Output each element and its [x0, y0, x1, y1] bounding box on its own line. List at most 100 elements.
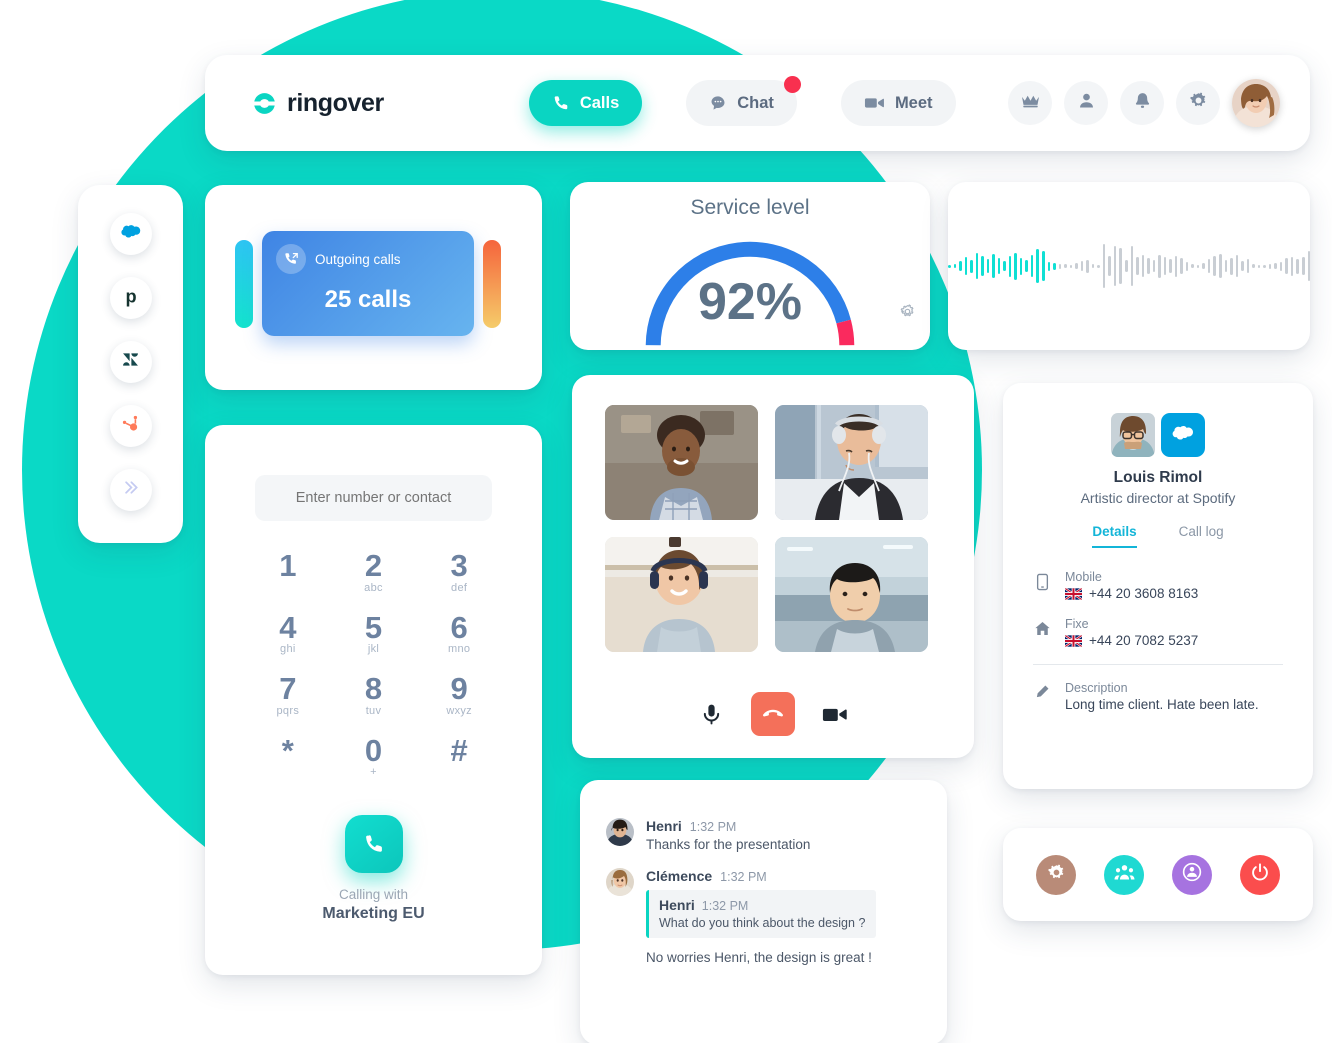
chat-message-head: Henri 1:32 PM [646, 818, 917, 834]
waveform-bar [1191, 264, 1194, 268]
nav-tab-chat[interactable]: Chat [686, 76, 801, 126]
integration-zendesk[interactable] [109, 341, 152, 383]
contact-field-mobile-value[interactable]: +44 20 3608 8163 [1089, 586, 1198, 601]
contact-field-mobile-body: Mobile +44 20 3608 8163 [1065, 570, 1198, 601]
contact-description-wrap: Description Long time client. Hate been … [1003, 681, 1313, 712]
integration-salesforce[interactable] [109, 213, 152, 255]
dialpad-key-hash[interactable]: # [416, 734, 502, 779]
contact-field-mobile-label: Mobile [1065, 570, 1102, 584]
waveform-bar [1158, 254, 1161, 278]
waveform-bar [1141, 255, 1145, 277]
chat-message: Clémence 1:32 PM Henri 1:32 PM What do you t… [606, 868, 917, 965]
ringover-logo-icon [251, 90, 278, 117]
settings-action-button[interactable] [1036, 854, 1076, 895]
dialpad-key-2[interactable]: 2 abc [331, 549, 417, 593]
tab-call-log[interactable]: Call log [1179, 524, 1224, 548]
waveform-bar [1268, 263, 1272, 269]
participant-tile-4[interactable] [775, 537, 928, 652]
outgoing-calls-tile[interactable]: Outgoing calls 25 calls [262, 231, 474, 336]
dialpad-key-5[interactable]: 5 jkl [331, 611, 417, 655]
dialpad-key-letters: tuv [365, 704, 382, 717]
brand-logo[interactable]: ringover [251, 89, 384, 118]
calling-with-name: Marketing EU [322, 905, 425, 922]
dialpad-key-letters: mno [448, 643, 471, 656]
contact-name: Louis Rimol [1113, 469, 1203, 486]
waveform-bar [1196, 264, 1200, 268]
main-nav: Calls Chat Meet [528, 76, 956, 126]
power-icon [1250, 862, 1270, 887]
status-action-button[interactable] [1172, 854, 1212, 895]
waveform-bar [1080, 261, 1084, 271]
waveform-bar [1042, 251, 1045, 281]
salesforce-icon [1170, 424, 1196, 447]
user-button[interactable] [1064, 81, 1108, 125]
avatar[interactable] [1232, 79, 1280, 127]
more-chevron-icon [120, 477, 141, 503]
video-camera-icon[interactable] [822, 705, 848, 724]
dialpad-key-number: 4 [279, 609, 297, 645]
chat-message-author: Henri [646, 818, 682, 834]
waveform-bar [964, 257, 968, 275]
dialpad-key-7[interactable]: 7 pqrs [245, 673, 331, 717]
waveform-bar [1069, 264, 1073, 268]
chat-quote-time: 1:32 PM [701, 899, 749, 913]
waveform-bar [953, 264, 957, 268]
dialpad-key-9[interactable]: 9 wxyz [416, 673, 502, 717]
dialpad-key-8[interactable]: 8 tuv [331, 673, 417, 717]
dialpad-key-star[interactable]: * [245, 734, 331, 779]
calling-with: Calling with Marketing EU [205, 887, 542, 923]
notifications-button[interactable] [1120, 81, 1164, 125]
user-icon [1077, 91, 1096, 115]
waveform-bar [1053, 262, 1056, 270]
integrations-rail: p [78, 185, 183, 543]
service-level-title: Service level [690, 196, 810, 219]
home-icon [1033, 617, 1051, 648]
nav-tab-meet[interactable]: Meet [840, 80, 956, 126]
chat-quote-author: Henri [659, 897, 695, 913]
microphone-icon[interactable] [699, 702, 724, 727]
participant-tile-3[interactable] [605, 537, 758, 652]
participant-tile-2[interactable] [775, 405, 928, 520]
service-level-card: Service level 92% [570, 182, 930, 350]
nav-tab-meet-label: Meet [894, 93, 933, 112]
contact-field-fixe-body: Fixe +44 20 7082 5237 [1065, 617, 1198, 648]
brand-name: ringover [287, 88, 384, 117]
waveform-bar [1174, 255, 1178, 277]
crown-button[interactable] [1008, 81, 1052, 125]
dialpad-key-3[interactable]: 3 def [416, 549, 502, 593]
waveform-bar [992, 254, 995, 278]
waveform-bar [1025, 260, 1028, 272]
waveform-bar [1213, 256, 1216, 276]
participant-tile-1[interactable] [605, 405, 758, 520]
waveform-bar [1108, 256, 1111, 276]
dialpad-key-0[interactable]: 0 + [331, 734, 417, 778]
integration-pipedrive[interactable]: p [109, 277, 152, 319]
contact-details-card: Louis Rimol Artistic director at Spotify… [1003, 383, 1313, 789]
audio-waveform[interactable] [947, 182, 1311, 350]
contact-field-fixe-value[interactable]: +44 20 7082 5237 [1089, 633, 1198, 648]
dialpad-key-6[interactable]: 6 mno [416, 611, 502, 656]
gear-icon[interactable] [899, 303, 916, 325]
dialpad-key-4[interactable]: 4 ghi [245, 609, 331, 655]
hangup-button[interactable] [750, 692, 795, 736]
power-action-button[interactable] [1240, 854, 1280, 895]
bell-icon [1133, 91, 1152, 115]
tab-details[interactable]: Details [1092, 524, 1137, 548]
call-button[interactable] [344, 815, 403, 873]
waveform-bar [1058, 263, 1062, 269]
waveform-bar [947, 264, 951, 268]
service-level-value: 92% [697, 273, 803, 331]
team-action-button[interactable] [1104, 854, 1144, 895]
outgoing-call-icon [276, 244, 306, 274]
crm-badge-salesforce[interactable] [1161, 413, 1205, 457]
integration-more[interactable] [109, 469, 152, 511]
dialpad-key-1[interactable]: 1 [245, 549, 331, 594]
gb-flag [1065, 634, 1082, 647]
settings-button[interactable] [1176, 81, 1220, 125]
top-navbar: ringover Calls Chat Meet [205, 55, 1310, 151]
avatar [606, 868, 634, 896]
nav-tab-calls[interactable]: Calls [528, 80, 643, 126]
integration-hubspot[interactable] [109, 405, 152, 447]
pencil-icon [1033, 681, 1051, 712]
phone-number-input[interactable] [255, 475, 492, 521]
